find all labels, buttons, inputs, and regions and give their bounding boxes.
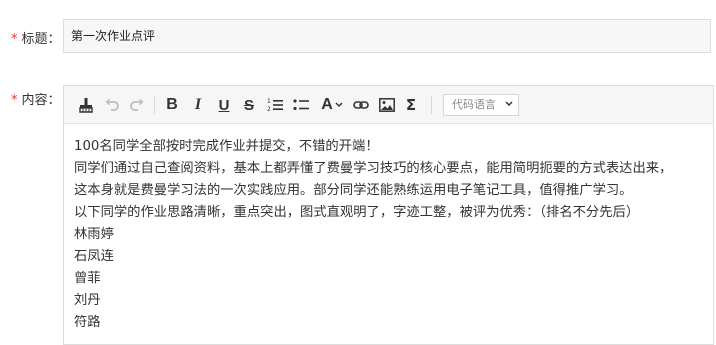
svg-text:2: 2 [267,106,271,113]
title-label: * 标题： [11,28,61,47]
strikethrough-icon[interactable]: S [241,95,257,115]
editor-line: 100名同学全部按时完成作业并提交，不错的开端！ [74,139,379,154]
italic-icon[interactable]: I [190,95,206,115]
editor-line: 符路 [74,315,101,330]
undo-icon[interactable] [103,95,121,115]
toolbar-divider [431,96,432,114]
image-icon[interactable] [378,95,396,115]
svg-text:1: 1 [267,98,271,105]
underline-icon[interactable]: U [216,95,232,115]
editor-line: 石凤连 [74,249,114,264]
required-mark: * [11,93,18,108]
editor-line: 曾菲 [74,271,101,286]
content-label-text: 内容： [21,93,61,108]
rich-text-editor[interactable]: B I U S 12 A Σ 代码语言 100名同学全部按时完成作业并提交，不错… [63,85,714,345]
redo-icon[interactable] [128,95,146,115]
chevron-down-icon [335,102,343,107]
link-icon[interactable] [352,95,370,115]
content-label: * 内容： [11,89,61,108]
chevron-down-icon [505,101,513,107]
required-mark: * [11,32,18,47]
font-color-icon[interactable]: A [320,95,344,115]
title-input[interactable]: 第一次作业点评 [63,19,711,53]
ordered-list-icon[interactable]: 12 [266,95,284,115]
editor-line: 林雨婷 [74,227,114,242]
unordered-list-icon[interactable] [292,95,310,115]
bold-icon[interactable]: B [164,95,180,115]
code-language-select[interactable]: 代码语言 [443,94,519,116]
formula-icon[interactable]: Σ [403,95,419,115]
toolbar-divider [154,96,155,114]
clear-format-icon[interactable] [77,95,95,115]
title-label-text: 标题： [21,32,61,47]
editor-toolbar: B I U S 12 A Σ 代码语言 [64,86,713,124]
editor-line: 这本身就是费曼学习法的一次实践应用。部分同学还能熟练运用电子笔记工具，值得推广学… [74,183,633,198]
code-language-value: 代码语言 [452,98,496,111]
editor-line: 刘丹 [74,293,101,308]
editor-line: 以下同学的作业思路清晰，重点突出，图式直观明了，字迹工整，被评为优秀：（排名不分… [74,205,640,220]
editor-content[interactable]: 100名同学全部按时完成作业并提交，不错的开端！ 同学们通过自己查阅资料，基本上都… [64,124,713,334]
font-color-label: A [321,96,333,113]
editor-line: 同学们通过自己查阅资料，基本上都弄懂了费曼学习技巧的核心要点，能用简明扼要的方式… [74,161,673,176]
